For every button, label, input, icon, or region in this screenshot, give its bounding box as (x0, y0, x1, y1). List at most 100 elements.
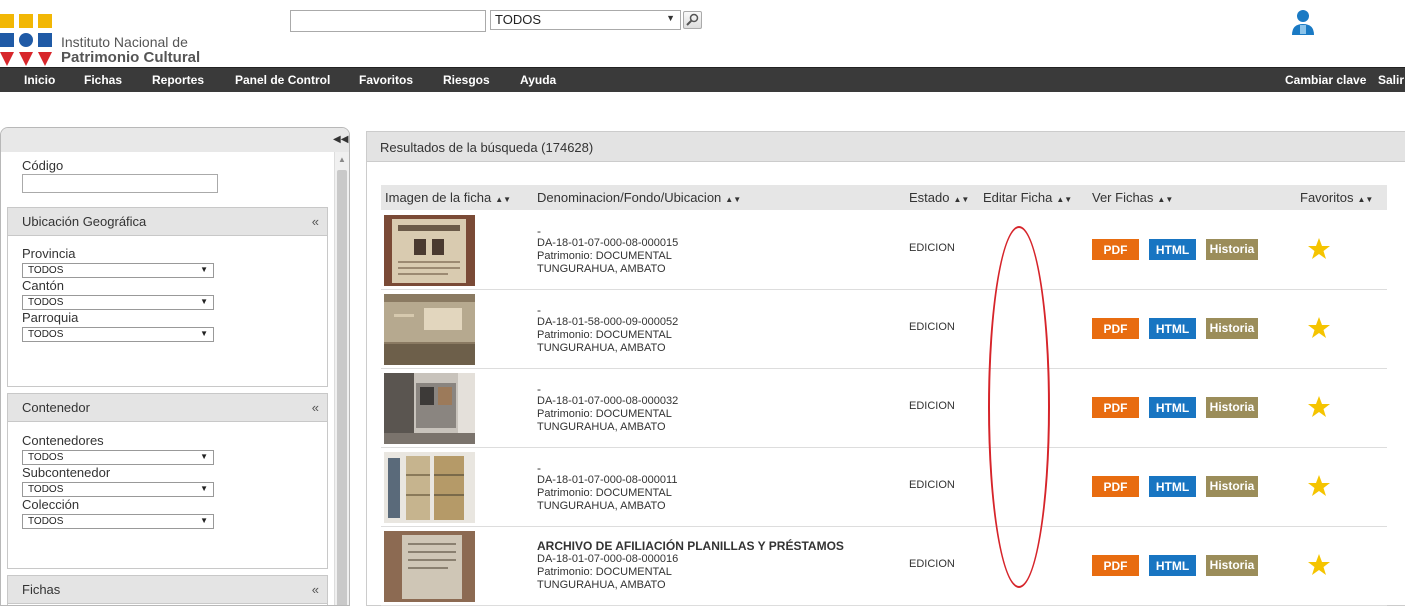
nav-item-salir[interactable]: Salir (1378, 73, 1404, 87)
sort-icon: ▲▼ (953, 195, 970, 204)
record-thumbnail[interactable] (384, 373, 475, 444)
nav-item-fichas[interactable]: Fichas (84, 73, 122, 87)
contenedor-panel: Contenedor « Contenedores TODOS ▼ Subcon… (7, 393, 328, 569)
column-header-label: Ver Fichas (1092, 190, 1154, 205)
sidebar-scrollbar[interactable]: ▲ (334, 152, 349, 605)
red-ellipse-annotation (988, 226, 1050, 588)
pdf-button[interactable]: PDF (1092, 397, 1139, 418)
column-header-label: Denominacion/Fondo/Ubicacion (537, 190, 722, 205)
row-title: - (537, 382, 541, 396)
column-header-ver-fichas[interactable]: Ver Fichas ▲▼ (1092, 190, 1173, 205)
row-patrimonio: Patrimonio: DOCUMENTAL (537, 566, 672, 578)
logo-text-line2: Patrimonio Cultural (61, 49, 201, 66)
column-header-estado[interactable]: Estado ▲▼ (909, 190, 969, 205)
subcontenedor-value: TODOS (28, 484, 64, 495)
results-panel: Resultados de la búsqueda (174628) Image… (366, 131, 1405, 606)
nav-item-favoritos[interactable]: Favoritos (359, 73, 413, 87)
filter-sidebar: ◀◀ Código Ubicación Geográfica « Provinc… (0, 127, 350, 606)
star-icon[interactable] (1307, 237, 1331, 261)
column-header-editar[interactable]: Editar Ficha ▲▼ (983, 190, 1072, 205)
historia-button[interactable]: Historia (1206, 318, 1258, 339)
nav-item-ayuda[interactable]: Ayuda (520, 73, 556, 87)
html-button[interactable]: HTML (1149, 476, 1196, 497)
star-icon[interactable] (1307, 395, 1331, 419)
contenedores-value: TODOS (28, 452, 64, 463)
collapse-panel-icon[interactable]: « (312, 400, 319, 415)
contenedores-select[interactable]: TODOS ▼ (22, 450, 214, 465)
user-icon[interactable] (1290, 8, 1316, 36)
contenedor-panel-header[interactable]: Contenedor « (8, 394, 327, 422)
search-button[interactable] (683, 11, 702, 29)
collapse-panel-icon[interactable]: « (312, 582, 319, 597)
historia-button[interactable]: Historia (1206, 239, 1258, 260)
nav-item-inicio[interactable]: Inicio (24, 73, 55, 87)
ubicacion-panel-title: Ubicación Geográfica (22, 214, 147, 229)
html-button[interactable]: HTML (1149, 397, 1196, 418)
row-title: ARCHIVO DE AFILIACIÓN PLANILLAS Y PRÉSTA… (537, 539, 844, 553)
record-thumbnail[interactable] (384, 215, 475, 286)
row-code: DA-18-01-07-000-08-000032 (537, 395, 679, 407)
sort-icon: ▲▼ (495, 195, 512, 204)
row-estado: EDICION (909, 321, 955, 333)
pdf-button[interactable]: PDF (1092, 318, 1139, 339)
chevron-down-icon: ▼ (200, 484, 208, 493)
pdf-button[interactable]: PDF (1092, 476, 1139, 497)
column-header-imagen[interactable]: Imagen de la ficha ▲▼ (385, 190, 511, 205)
historia-button[interactable]: Historia (1206, 397, 1258, 418)
row-estado: EDICION (909, 558, 955, 570)
table-row: - DA-18-01-07-000-08-000032 Patrimonio: … (381, 369, 1387, 448)
collapse-panel-icon[interactable]: « (312, 214, 319, 229)
pdf-button[interactable]: PDF (1092, 239, 1139, 260)
fichas-panel-header[interactable]: Fichas « (8, 576, 327, 604)
pdf-button[interactable]: PDF (1092, 555, 1139, 576)
row-estado: EDICION (909, 400, 955, 412)
provincia-select[interactable]: TODOS ▼ (22, 263, 214, 278)
nav-item-reportes[interactable]: Reportes (152, 73, 204, 87)
search-type-select[interactable]: TODOS ▼ (490, 10, 681, 30)
canton-label: Cantón (22, 278, 64, 293)
record-thumbnail[interactable] (384, 452, 475, 523)
canton-select[interactable]: TODOS ▼ (22, 295, 214, 310)
column-header-favoritos[interactable]: Favoritos ▲▼ (1300, 190, 1373, 205)
historia-button[interactable]: Historia (1206, 476, 1258, 497)
html-button[interactable]: HTML (1149, 239, 1196, 260)
nav-item-riesgos[interactable]: Riesgos (443, 73, 490, 87)
subcontenedor-select[interactable]: TODOS ▼ (22, 482, 214, 497)
record-thumbnail[interactable] (384, 531, 475, 602)
row-code: DA-18-01-07-000-08-000011 (537, 474, 678, 486)
codigo-input[interactable] (22, 174, 218, 193)
row-ubicacion: TUNGURAHUA, AMBATO (537, 421, 666, 433)
column-header-label: Estado (909, 190, 950, 205)
column-header-label: Favoritos (1300, 190, 1354, 205)
scroll-up-icon[interactable]: ▲ (338, 155, 346, 164)
html-button[interactable]: HTML (1149, 318, 1196, 339)
row-code: DA-18-01-07-000-08-000015 (537, 237, 679, 249)
search-input[interactable] (290, 10, 486, 32)
star-icon[interactable] (1307, 553, 1331, 577)
contenedor-panel-title: Contenedor (22, 400, 90, 415)
parroquia-select[interactable]: TODOS ▼ (22, 327, 214, 342)
star-icon[interactable] (1307, 474, 1331, 498)
historia-button[interactable]: Historia (1206, 555, 1258, 576)
search-icon (686, 13, 699, 26)
nav-item-cambiar-clave[interactable]: Cambiar clave (1285, 73, 1366, 87)
ubicacion-panel-header[interactable]: Ubicación Geográfica « (8, 208, 327, 236)
provincia-value: TODOS (28, 265, 64, 276)
star-icon[interactable] (1307, 316, 1331, 340)
results-title: Resultados de la búsqueda (174628) (380, 140, 594, 155)
search-type-value: TODOS (495, 12, 541, 27)
column-header-denominacion[interactable]: Denominacion/Fondo/Ubicacion ▲▼ (537, 190, 741, 205)
table-row: - DA-18-01-07-000-08-000015 Patrimonio: … (381, 211, 1387, 290)
logo[interactable]: Instituto Nacional de Patrimonio Cultura… (0, 8, 210, 66)
canton-value: TODOS (28, 297, 64, 308)
nav-item-panel-de-control[interactable]: Panel de Control (235, 73, 330, 87)
row-ubicacion: TUNGURAHUA, AMBATO (537, 263, 666, 275)
provincia-label: Provincia (22, 246, 76, 261)
html-button[interactable]: HTML (1149, 555, 1196, 576)
collapse-sidebar-icon[interactable]: ◀◀ (333, 134, 348, 145)
scrollbar-thumb[interactable] (337, 170, 347, 605)
coleccion-select[interactable]: TODOS ▼ (22, 514, 214, 529)
contenedores-label: Contenedores (22, 433, 104, 448)
record-thumbnail[interactable] (384, 294, 475, 365)
row-patrimonio: Patrimonio: DOCUMENTAL (537, 250, 672, 262)
